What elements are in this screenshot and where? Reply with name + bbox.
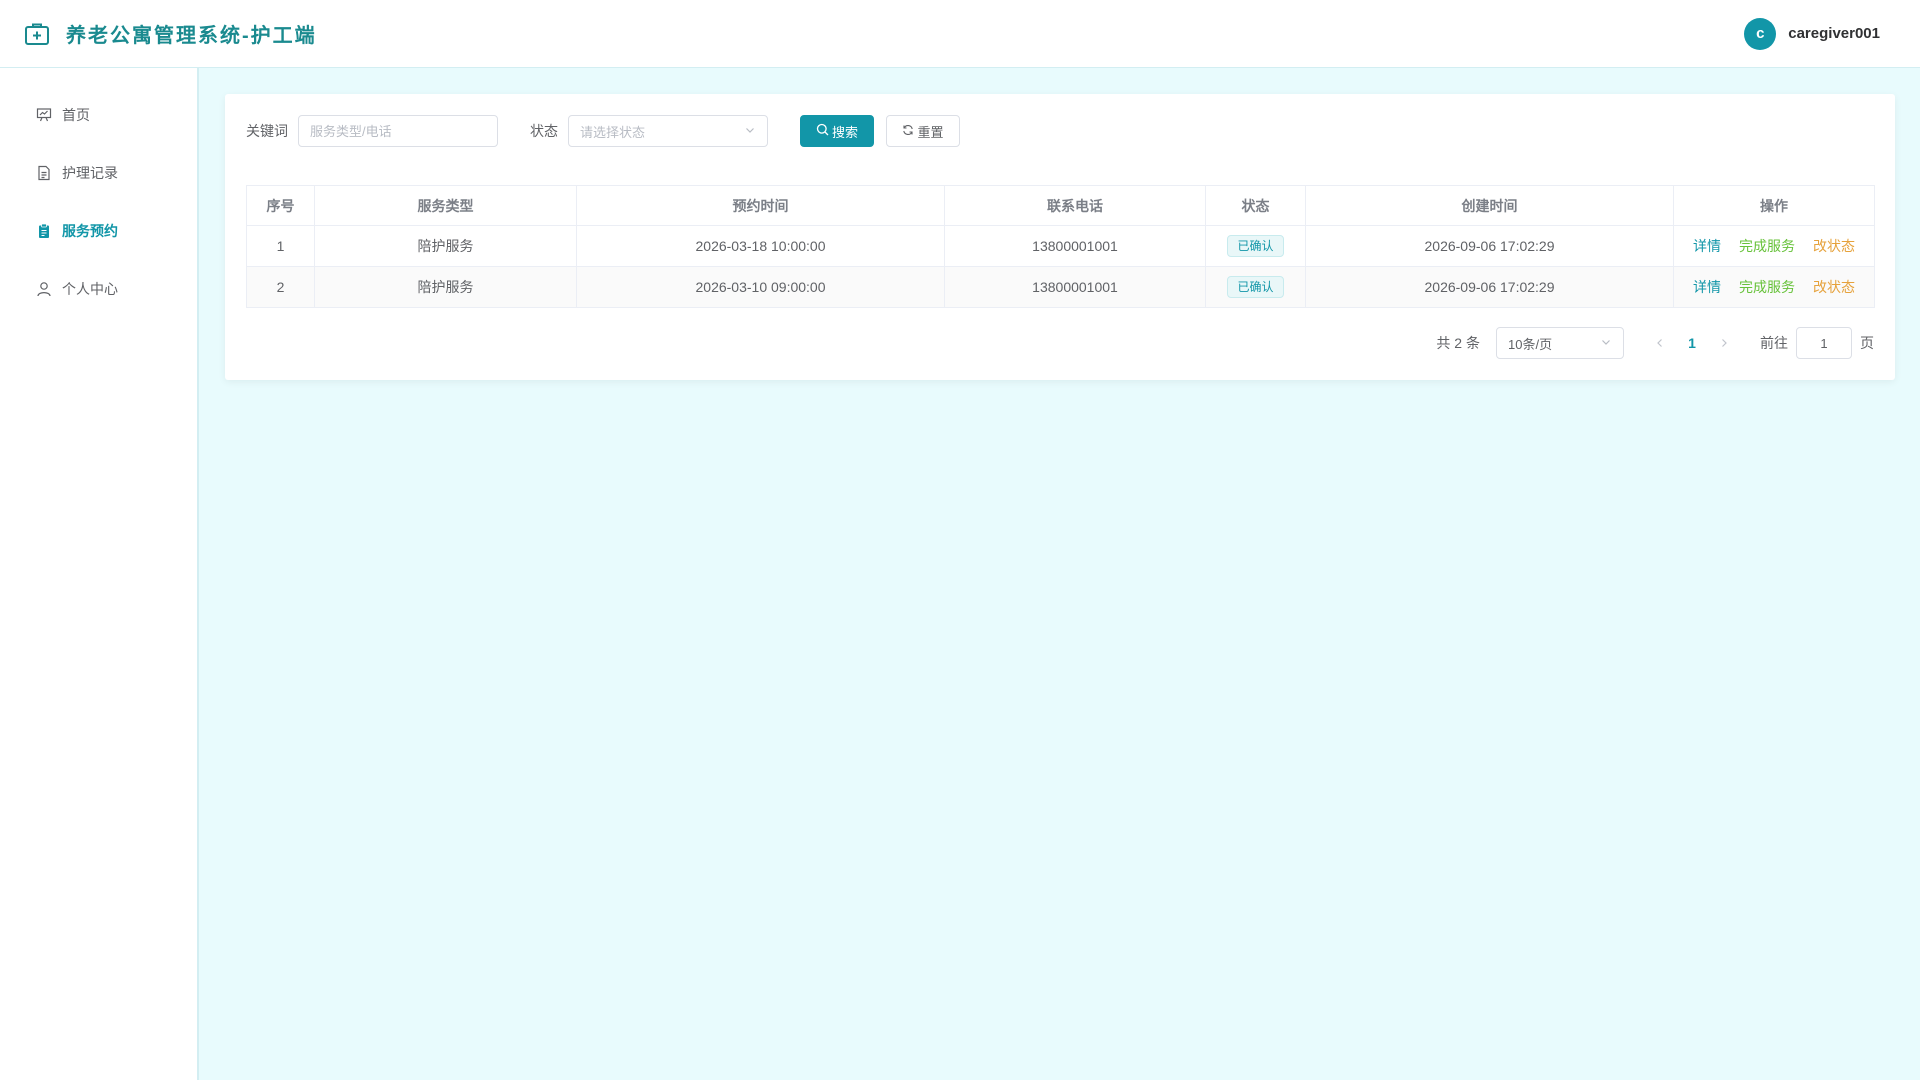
cell-created-at: 2026-09-06 17:02:29 (1305, 266, 1674, 308)
search-button[interactable]: 搜索 (800, 115, 874, 147)
status-select[interactable]: 请选择状态 (568, 115, 768, 147)
cell-service-type: 陪护服务 (314, 225, 577, 267)
user-icon (36, 281, 52, 297)
next-page-button[interactable] (1708, 327, 1740, 359)
sidebar-item-profile[interactable]: 个人中心 (0, 260, 197, 318)
status-badge: 已确认 (1227, 235, 1284, 257)
complete-service-link[interactable]: 完成服务 (1739, 277, 1795, 297)
status-label: 状态 (530, 123, 558, 139)
search-button-label: 搜索 (831, 124, 858, 140)
cell-actions: 详情 完成服务 改状态 (1673, 266, 1875, 308)
chevron-right-icon (1722, 339, 1727, 347)
brand: 养老公寓管理系统-护工端 (24, 19, 317, 48)
pagination-total: 共 2 条 (1436, 335, 1480, 351)
sidebar-item-label: 首页 (62, 107, 90, 123)
chevron-down-icon (1600, 336, 1612, 351)
change-status-link[interactable]: 改状态 (1813, 236, 1855, 256)
keyword-input[interactable] (298, 115, 498, 147)
sidebar-item-label: 护理记录 (62, 165, 118, 181)
cell-status: 已确认 (1205, 266, 1306, 308)
cell-appointment-time: 2026-03-10 09:00:00 (576, 266, 945, 308)
medical-kit-icon (24, 20, 52, 48)
pagination: 共 2 条 10条/页 1 前往 页 (1436, 327, 1874, 359)
cell-service-type: 陪护服务 (314, 266, 577, 308)
column-header-phone: 联系电话 (944, 185, 1206, 226)
presentation-icon (36, 107, 52, 123)
keyword-label: 关键词 (246, 123, 288, 139)
cell-phone: 13800001001 (944, 266, 1206, 308)
cell-status: 已确认 (1205, 225, 1306, 267)
refresh-icon (902, 124, 914, 139)
table-header-row: 序号 服务类型 预约时间 联系电话 状态 创建时间 操作 (246, 185, 1875, 226)
column-header-appointment-time: 预约时间 (576, 185, 945, 226)
goto-page-input[interactable] (1796, 327, 1852, 359)
clipboard-icon (36, 223, 52, 239)
search-icon (816, 123, 829, 139)
sidebar-item-label: 个人中心 (62, 281, 118, 297)
sidebar-item-label: 服务预约 (62, 223, 118, 239)
app-title: 养老公寓管理系统-护工端 (66, 25, 317, 47)
table-row: 2 陪护服务 2026-03-10 09:00:00 13800001001 已… (246, 266, 1875, 308)
sidebar: 首页 护理记录 服务预约 个人中心 (0, 68, 199, 1080)
cell-actions: 详情 完成服务 改状态 (1673, 225, 1875, 267)
cell-phone: 13800001001 (944, 225, 1206, 267)
chevron-left-icon (1657, 339, 1662, 347)
cell-index: 2 (246, 266, 315, 308)
table-row: 1 陪护服务 2026-03-18 10:00:00 13800001001 已… (246, 225, 1875, 267)
reset-button-label: 重置 (917, 124, 944, 140)
column-header-status: 状态 (1205, 185, 1306, 226)
username[interactable]: caregiver001 (1788, 25, 1880, 42)
prev-page-button[interactable] (1644, 327, 1676, 359)
top-header: 养老公寓管理系统-护工端 c caregiver001 (0, 0, 1920, 68)
change-status-link[interactable]: 改状态 (1813, 277, 1855, 297)
column-header-index: 序号 (246, 185, 315, 226)
reset-button[interactable]: 重置 (886, 115, 960, 147)
column-header-created-at: 创建时间 (1305, 185, 1674, 226)
avatar[interactable]: c (1744, 17, 1777, 50)
page-number-current[interactable]: 1 (1676, 327, 1708, 359)
status-badge: 已确认 (1227, 276, 1284, 298)
cell-appointment-time: 2026-03-18 10:00:00 (576, 225, 945, 267)
status-select-placeholder: 请选择状态 (580, 124, 646, 140)
column-header-service-type: 服务类型 (314, 185, 577, 226)
booking-table: 序号 服务类型 预约时间 联系电话 状态 创建时间 操作 1 陪护服务 2026… (246, 185, 1875, 308)
goto-label: 前往 (1760, 335, 1788, 351)
page-size-select[interactable]: 10条/页 (1496, 327, 1624, 359)
sidebar-item-care-records[interactable]: 护理记录 (0, 144, 197, 202)
sidebar-item-service-booking[interactable]: 服务预约 (0, 202, 197, 260)
document-icon (36, 165, 52, 181)
cell-created-at: 2026-09-06 17:02:29 (1305, 225, 1674, 267)
search-form: 关键词 状态 请选择状态 搜索 重置 (246, 115, 960, 147)
sidebar-item-home[interactable]: 首页 (0, 86, 197, 144)
complete-service-link[interactable]: 完成服务 (1739, 236, 1795, 256)
column-header-actions: 操作 (1673, 185, 1875, 226)
detail-link[interactable]: 详情 (1693, 277, 1721, 297)
page-unit-label: 页 (1860, 335, 1874, 351)
booking-card: 关键词 状态 请选择状态 搜索 重置 (225, 94, 1895, 380)
detail-link[interactable]: 详情 (1693, 236, 1721, 256)
user-menu[interactable]: c caregiver001 (1744, 17, 1880, 50)
chevron-down-icon (744, 124, 756, 139)
cell-index: 1 (246, 225, 315, 267)
page-size-value: 10条/页 (1508, 336, 1553, 352)
